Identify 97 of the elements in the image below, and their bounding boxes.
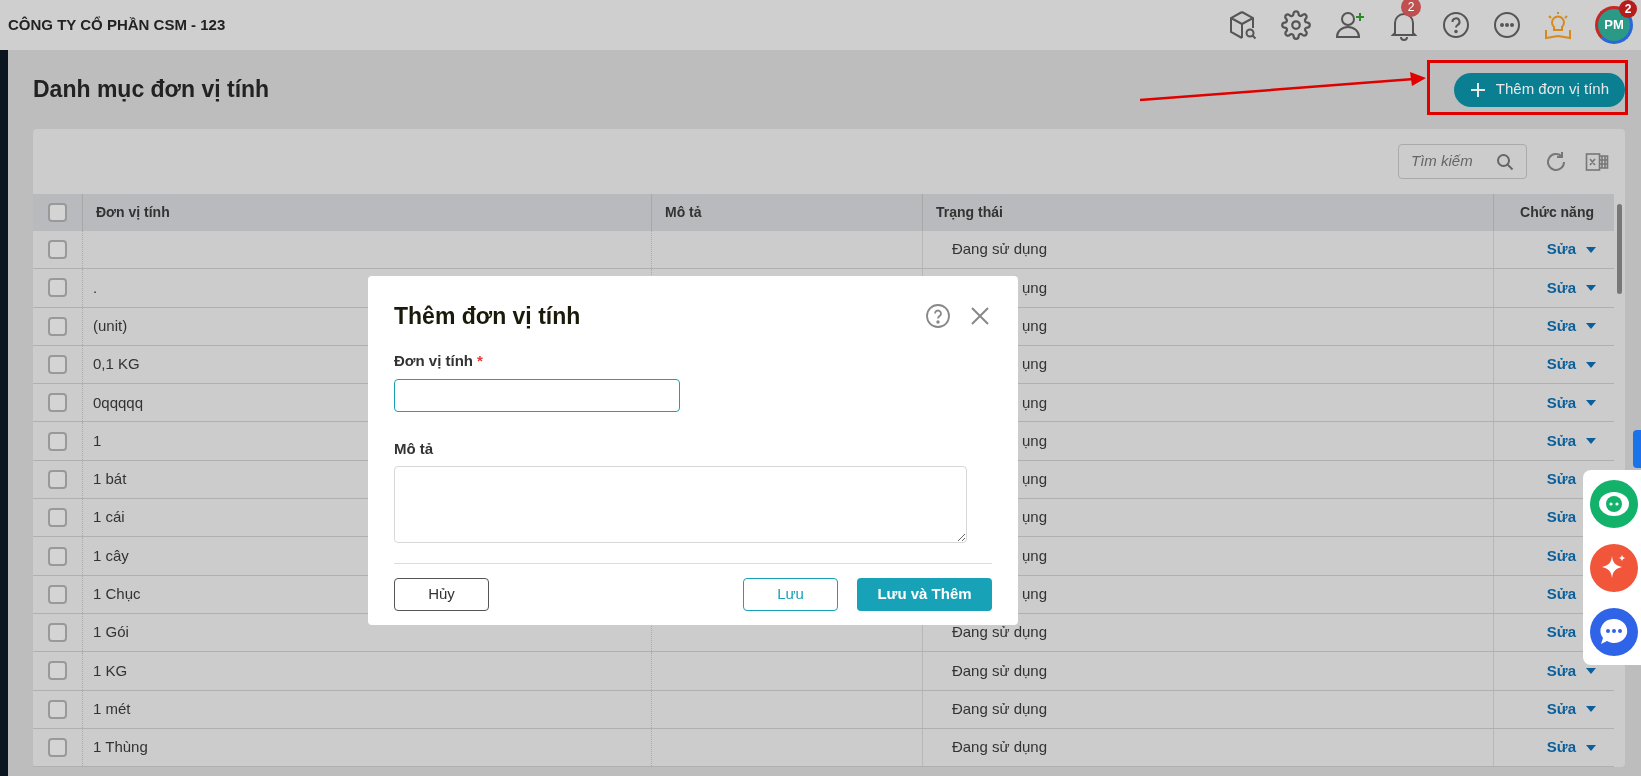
table-cell-text: 0qqqqq (93, 392, 144, 413)
refresh-icon[interactable] (1545, 150, 1567, 173)
table-cell: Đang sử dụng (951, 738, 1047, 756)
table-cell-text: 1 Thùng (93, 737, 148, 758)
cancel-button[interactable]: Hủy (394, 578, 489, 611)
plus-icon (1469, 81, 1486, 98)
checkbox[interactable] (48, 508, 67, 528)
save-button[interactable]: Lưu (743, 578, 838, 611)
caret-icon[interactable] (1586, 361, 1596, 368)
add-unit-button[interactable]: Thêm đơn vị tính (1453, 72, 1625, 107)
search-icon (1496, 152, 1514, 171)
table-cell-text: 1 cây (93, 545, 129, 566)
checkbox[interactable] (48, 738, 67, 757)
add-user-icon[interactable] (1334, 9, 1366, 41)
table-cell: ụng (1021, 470, 1047, 488)
table-cell: ụng (1021, 278, 1047, 296)
checkbox[interactable] (48, 469, 67, 489)
settings-icon[interactable] (1281, 10, 1311, 40)
table-cell: Đang sử dụng (951, 661, 1047, 679)
caret-icon[interactable] (1586, 246, 1596, 253)
checkbox[interactable] (48, 699, 67, 719)
column-header: Trạng thái (936, 203, 1003, 222)
field-label: Đơn vị tính (394, 351, 473, 371)
table-cell-text: 1 Chục (93, 584, 141, 605)
help-icon[interactable] (1442, 11, 1470, 39)
checkbox[interactable] (48, 278, 67, 298)
save-and-add-button[interactable]: Lưu và Thêm (857, 578, 992, 611)
checkbox[interactable] (48, 393, 67, 413)
more-icon[interactable] (1493, 11, 1521, 39)
table-cell: ụng (1021, 546, 1047, 564)
table-cell: ụng (1021, 585, 1047, 603)
notification-badge: 2 (1401, 0, 1421, 17)
close-icon[interactable] (970, 306, 990, 326)
column-header: Đơn vị tính (96, 203, 170, 222)
table-cell-text: 1 (93, 430, 102, 451)
checkbox[interactable] (48, 355, 67, 375)
edit-link[interactable]: Sửa (1546, 276, 1576, 300)
edit-link[interactable]: Sửa (1546, 659, 1576, 683)
table-cell-text: . (93, 277, 98, 298)
edit-link[interactable]: Sửa (1546, 353, 1576, 376)
table-cell: ụng (1021, 355, 1047, 373)
caret-icon[interactable] (1586, 706, 1596, 713)
chatbot-icon[interactable] (1589, 478, 1639, 529)
table-cell: ụng (1021, 317, 1047, 334)
checkbox[interactable] (48, 546, 67, 566)
search-input[interactable]: Tìm kiếm (1411, 150, 1491, 173)
table-cell-text: (unit) (93, 316, 128, 336)
table-cell-text: 1 cái (93, 507, 125, 528)
table-cell: ụng (1021, 393, 1047, 411)
lightbulb-book-icon[interactable] (1544, 10, 1572, 40)
column-header: Chức năng (1520, 203, 1594, 222)
table-cell-text: 1 bát (93, 469, 127, 490)
table-cell-text: 1 Gói (93, 622, 129, 643)
page-title: Danh mục đơn vị tính (33, 75, 270, 105)
table-cell: ụng (1021, 508, 1047, 526)
table-cell: ụng (1021, 431, 1047, 449)
caret-icon[interactable] (1586, 323, 1596, 330)
checkbox[interactable] (48, 240, 67, 260)
field-label: Mô tả (394, 438, 434, 459)
checkbox[interactable] (48, 316, 67, 336)
edit-link[interactable]: Sửa (1546, 315, 1576, 338)
table-cell-text: 0,1 KG (93, 354, 140, 375)
caret-icon[interactable] (1586, 438, 1596, 445)
dialog-title: Thêm đơn vị tính (394, 301, 581, 331)
table-cell: Đang sử dụng (951, 240, 1047, 258)
column-header: Mô tả (665, 203, 702, 222)
input-field[interactable] (394, 378, 680, 412)
help-icon[interactable] (925, 303, 951, 329)
edit-link[interactable]: Sửa (1546, 391, 1576, 415)
required-mark: * (477, 351, 483, 371)
checkbox[interactable] (48, 431, 67, 451)
checkbox[interactable] (48, 584, 67, 604)
caret-icon[interactable] (1586, 667, 1596, 674)
checkbox[interactable] (48, 203, 67, 222)
checkbox[interactable] (48, 623, 67, 643)
chat-icon[interactable] (1589, 606, 1639, 657)
edit-link[interactable]: Sửa (1546, 429, 1576, 453)
sparkle-icon[interactable] (1589, 542, 1639, 593)
table-cell: Đang sử dụng (951, 623, 1047, 641)
edit-link[interactable]: Sửa (1546, 621, 1576, 644)
edit-link[interactable]: Sửa (1546, 468, 1576, 491)
edit-link[interactable]: Sửa (1546, 544, 1576, 568)
checkbox[interactable] (48, 661, 67, 681)
edit-link[interactable]: Sửa (1546, 736, 1576, 759)
company-name: CÔNG TY CỔ PHẦN CSM - 123 (8, 14, 226, 35)
search-field[interactable]: Tìm kiếm (1398, 144, 1527, 179)
edit-link[interactable]: Sửa (1546, 238, 1576, 261)
edit-link[interactable]: Sửa (1546, 583, 1576, 606)
avatar-badge: 2 (1619, 0, 1637, 18)
edit-link[interactable]: Sửa (1546, 506, 1576, 529)
table-cell: Đang sử dụng (951, 699, 1047, 717)
caret-icon[interactable] (1586, 284, 1596, 291)
table-cell-text: 1 KG (93, 660, 128, 681)
caret-icon[interactable] (1586, 399, 1596, 406)
caret-icon[interactable] (1586, 744, 1596, 751)
edit-link[interactable]: Sửa (1546, 697, 1576, 721)
table-cell-text: 1 mét (93, 698, 131, 719)
